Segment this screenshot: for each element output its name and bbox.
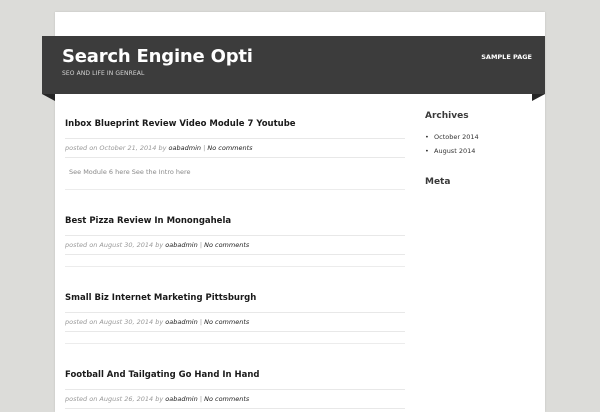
archives-widget-title: Archives — [425, 111, 469, 121]
post-1: Inbox Blueprint Review Video Module 7 Yo… — [65, 111, 405, 176]
post-author-link[interactable]: oabadmin — [169, 144, 201, 152]
nav-item-sample-page[interactable]: SAMPLE PAGE — [481, 53, 532, 61]
post-author-link[interactable]: oabadmin — [165, 395, 197, 403]
post-comments-link[interactable]: No comments — [207, 144, 252, 152]
bullet-icon: • — [425, 146, 429, 155]
post-author-link[interactable]: oabadmin — [165, 241, 197, 249]
site-header: Search Engine Opti SEO AND LIFE IN GENRE… — [42, 36, 545, 101]
meta-separator: | — [199, 241, 203, 249]
sidebar-meta-widget: Meta — [425, 177, 535, 187]
meta-widget-title: Meta — [425, 177, 451, 187]
post-4: Football And Tailgating Go Hand In Hand … — [65, 362, 405, 409]
post-title-link[interactable]: Best Pizza Review In Monongahela — [65, 216, 231, 226]
post-meta: posted on August 26, 2014 by oabadmin | … — [65, 389, 405, 409]
archive-item-october-2014: • October 2014 — [425, 131, 535, 145]
post-meta: posted on August 30, 2014 by oabadmin | … — [65, 312, 405, 332]
post-divider — [65, 189, 405, 190]
post-comments-link[interactable]: No comments — [204, 241, 249, 249]
post-divider — [65, 343, 405, 344]
post-date: posted on August 26, 2014 by — [65, 395, 164, 403]
meta-separator: | — [199, 318, 203, 326]
post-3: Small Biz Internet Marketing Pittsburgh … — [65, 285, 405, 332]
archive-link[interactable]: August 2014 — [434, 147, 475, 155]
site-description: SEO AND LIFE IN GENREAL — [62, 70, 145, 77]
post-title-link[interactable]: Inbox Blueprint Review Video Module 7 Yo… — [65, 119, 296, 129]
post-date: posted on August 30, 2014 by — [65, 318, 164, 326]
post-divider — [65, 266, 405, 267]
post-title-link[interactable]: Small Biz Internet Marketing Pittsburgh — [65, 293, 256, 303]
bullet-icon: • — [425, 133, 429, 141]
post-meta: posted on August 30, 2014 by oabadmin | … — [65, 235, 405, 255]
archives-list: • October 2014 • August 2014 — [425, 131, 535, 158]
post-comments-link[interactable]: No comments — [204, 318, 249, 326]
post-title-link[interactable]: Football And Tailgating Go Hand In Hand — [65, 370, 260, 380]
header-fold-right — [532, 94, 545, 101]
post-author-link[interactable]: oabadmin — [165, 318, 197, 326]
post-meta: posted on October 21, 2014 by oabadmin |… — [65, 138, 405, 158]
post-date: posted on October 21, 2014 by — [65, 144, 167, 152]
meta-separator: | — [203, 144, 206, 152]
post-comments-link[interactable]: No comments — [204, 395, 249, 403]
header-fold-left — [42, 94, 55, 101]
post-excerpt: See Module 6 here See the Intro here — [69, 168, 191, 176]
post-date: posted on August 30, 2014 by — [65, 241, 164, 249]
archive-item-august-2014: • August 2014 — [425, 145, 535, 159]
archive-link[interactable]: October 2014 — [434, 133, 479, 141]
meta-separator: | — [199, 395, 203, 403]
post-2: Best Pizza Review In Monongahela posted … — [65, 208, 405, 255]
site-title-link[interactable]: Search Engine Opti — [62, 46, 253, 67]
sidebar-archives-widget: Archives • October 2014 • August 2014 — [425, 111, 535, 158]
